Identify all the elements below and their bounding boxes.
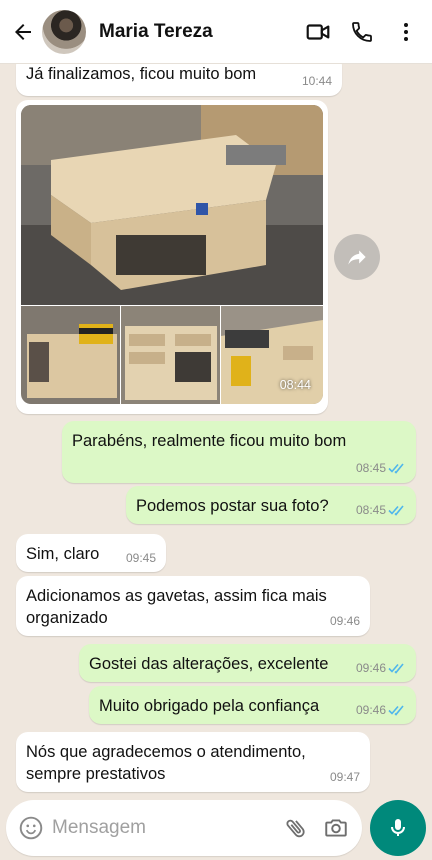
message-time: 09:46 <box>355 703 386 717</box>
attach-icon[interactable] <box>276 808 316 848</box>
chat-header: Maria Tereza <box>0 0 432 64</box>
phone-icon[interactable] <box>340 10 384 54</box>
message-incoming[interactable]: Adicionamos as gavetas, assim fica mais … <box>16 576 370 636</box>
message-text: Nós que agradecemos o atendimento, sempr… <box>26 743 306 783</box>
message-time: 09:45 <box>125 551 156 565</box>
read-ticks-icon <box>388 663 404 674</box>
back-arrow-icon[interactable] <box>4 12 42 52</box>
mic-icon <box>391 819 405 836</box>
message-incoming[interactable]: Nós que agradecemos o atendimento, sempr… <box>16 732 370 792</box>
camera-icon[interactable] <box>316 808 356 848</box>
read-ticks-icon <box>388 463 404 474</box>
photo-thumb[interactable] <box>21 306 120 404</box>
read-ticks-icon <box>388 705 404 716</box>
composer-bar: Mensagem <box>0 798 432 860</box>
message-outgoing[interactable]: Gostei das alterações, excelente 09:46 <box>79 644 416 682</box>
contact-name[interactable]: Maria Tereza <box>99 21 296 43</box>
photo-album-message[interactable]: 08:44 <box>16 100 328 414</box>
forward-button[interactable] <box>334 234 380 280</box>
message-outgoing[interactable]: Parabéns, realmente ficou muito bom 08:4… <box>62 421 416 483</box>
message-input-pill[interactable]: Mensagem <box>6 800 362 856</box>
forward-icon <box>348 250 366 265</box>
message-time: 09:46 <box>329 614 360 628</box>
photo-main[interactable] <box>21 105 323 305</box>
message-time: 09:46 <box>355 661 386 675</box>
message-input[interactable]: Mensagem <box>52 817 276 839</box>
message-text: Parabéns, realmente ficou muito bom <box>72 432 347 450</box>
video-call-icon[interactable] <box>296 10 340 54</box>
message-text: Adicionamos as gavetas, assim fica mais … <box>26 587 327 627</box>
message-incoming[interactable]: Sim, claro 09:45 <box>16 534 166 572</box>
read-ticks-icon <box>388 505 404 516</box>
avatar[interactable] <box>42 9 86 54</box>
message-time: 08:44 <box>279 378 311 392</box>
message-text: Sim, claro <box>26 545 100 563</box>
message-time: 10:44 <box>301 74 332 88</box>
message-time: 09:47 <box>329 770 360 784</box>
message-text: Já finalizamos, ficou muito bom <box>26 65 257 83</box>
mic-button[interactable] <box>370 800 426 856</box>
message-outgoing[interactable]: Muito obrigado pela confiança 09:46 <box>89 686 416 724</box>
photo-thumb[interactable]: 08:44 <box>221 306 323 404</box>
message-time: 08:45 <box>355 461 386 475</box>
more-vert-icon[interactable] <box>384 10 428 54</box>
chat-area[interactable]: Já finalizamos, ficou muito bom 10:44 08… <box>0 64 432 798</box>
message-incoming[interactable]: Já finalizamos, ficou muito bom 10:44 <box>16 64 342 96</box>
message-outgoing[interactable]: Podemos postar sua foto? 08:45 <box>126 486 416 524</box>
message-text: Podemos postar sua foto? <box>136 497 329 515</box>
emoji-icon[interactable] <box>16 813 46 843</box>
photo-thumb[interactable] <box>121 306 220 404</box>
message-time: 08:45 <box>355 503 386 517</box>
message-text: Gostei das alterações, excelente <box>89 655 329 673</box>
message-text: Muito obrigado pela confiança <box>99 697 320 715</box>
